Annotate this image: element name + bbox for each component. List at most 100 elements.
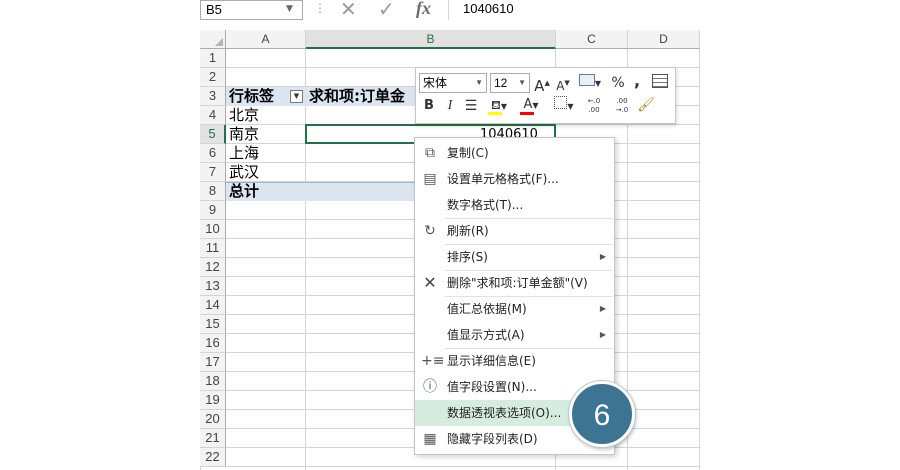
row-header-12[interactable]: 12 xyxy=(200,258,226,277)
pivot-row-shanghai[interactable]: 上海 xyxy=(229,144,259,163)
shrink-font-button[interactable]: A▼ xyxy=(555,74,571,95)
menu-item-7[interactable]: 值显示方式(A) ▶ xyxy=(415,322,614,348)
menu-item-label: 设置单元格格式(F)... xyxy=(447,172,559,186)
show-details-icon: +≡ xyxy=(421,353,445,369)
mini-toolbar: 宋体 ▼ 12 ▼ A▲ A▼ ▼ % , B I ☰ ⛾▼ A▼ ▼ ←.0 … xyxy=(415,67,676,124)
borders-icon xyxy=(554,96,568,109)
row-header-20[interactable]: 20 xyxy=(200,410,226,429)
menu-item-5[interactable]: ✕ 删除"求和项:订单金额"(V) xyxy=(415,270,614,296)
accounting-format-button[interactable]: ▼ xyxy=(576,74,604,93)
menu-item-label: 值汇总依据(M) xyxy=(447,302,527,316)
menu-item-label: 值字段设置(N)... xyxy=(447,380,537,394)
menu-item-1[interactable]: ▤ 设置单元格格式(F)... xyxy=(415,166,614,192)
format-cells-icon: ▤ xyxy=(423,171,437,187)
font-name-dropdown[interactable]: 宋体 ▼ xyxy=(419,73,487,93)
menu-item-label: 复制(C) xyxy=(447,146,489,160)
italic-button[interactable]: I xyxy=(442,97,458,115)
font-name-value: 宋体 xyxy=(423,76,448,90)
column-header-a[interactable]: A xyxy=(226,30,306,49)
row-gridline xyxy=(226,466,700,467)
row-header-13[interactable]: 13 xyxy=(200,277,226,296)
pivot-total-label[interactable]: 总计 xyxy=(229,182,259,201)
pivot-row-wuhan[interactable]: 武汉 xyxy=(229,163,259,182)
row-header-5[interactable]: 5 xyxy=(200,125,226,144)
pivot-value-header: 求和项:订单金 xyxy=(309,87,405,105)
row-header-1[interactable]: 1 xyxy=(200,49,226,68)
row-label-filter-button[interactable]: ▼ xyxy=(290,90,303,103)
menu-item-label: 值显示方式(A) xyxy=(447,328,525,342)
row-header-21[interactable]: 21 xyxy=(200,429,226,448)
row-header-9[interactable]: 9 xyxy=(200,201,226,220)
menu-item-label: 排序(S) xyxy=(447,250,488,264)
submenu-arrow-icon: ▶ xyxy=(599,330,606,339)
formula-input[interactable]: 1040610 xyxy=(448,0,700,20)
chevron-down-icon: ▼ xyxy=(567,102,574,111)
menu-item-label: 刷新(R) xyxy=(447,224,489,238)
row-header-4[interactable]: 4 xyxy=(200,106,226,125)
menu-item-6[interactable]: 值汇总依据(M) ▶ xyxy=(415,296,614,322)
currency-icon xyxy=(578,74,595,86)
row-header-15[interactable]: 15 xyxy=(200,315,226,334)
paint-bucket-icon: ⛾ xyxy=(491,98,501,112)
menu-item-label: 数字格式(T)... xyxy=(447,198,524,212)
row-header-3[interactable]: 3 xyxy=(200,87,226,106)
row-header-14[interactable]: 14 xyxy=(200,296,226,315)
chevron-down-icon: ▼ xyxy=(475,78,483,87)
select-all-corner[interactable] xyxy=(200,30,226,49)
format-painter-icon[interactable]: 🖌 xyxy=(636,96,656,114)
refresh-icon: ↻ xyxy=(424,223,436,239)
menu-item-8[interactable]: +≡ 显示详细信息(E) xyxy=(415,348,614,374)
menu-item-3[interactable]: ↻ 刷新(R) xyxy=(415,218,614,244)
font-size-dropdown[interactable]: 12 ▼ xyxy=(490,73,530,93)
column-header-c[interactable]: C xyxy=(556,30,628,49)
decrease-decimal-button[interactable]: .00 →.0 xyxy=(610,97,634,115)
menu-item-4[interactable]: 排序(S) ▶ xyxy=(415,244,614,270)
insert-function-icon[interactable]: fx xyxy=(416,0,431,19)
copy-icon: ⧉ xyxy=(425,145,435,161)
row-header-16[interactable]: 16 xyxy=(200,334,226,353)
row-header-8[interactable]: 8 xyxy=(200,182,226,201)
menu-item-0[interactable]: ⧉ 复制(C) xyxy=(415,140,614,166)
grow-font-button[interactable]: A▲ xyxy=(534,74,550,95)
row-header-11[interactable]: 11 xyxy=(200,239,226,258)
menu-item-label: 隐藏字段列表(D) xyxy=(447,432,538,446)
column-gridline xyxy=(699,49,700,470)
pivot-row-label-header: 行标签 xyxy=(229,87,275,105)
chevron-down-icon: ▼ xyxy=(500,102,507,111)
align-center-icon[interactable]: ☰ xyxy=(462,97,480,115)
row-header-6[interactable]: 6 xyxy=(200,144,226,163)
row-header-2[interactable]: 2 xyxy=(200,68,226,87)
borders-button[interactable]: ▼ xyxy=(552,96,576,116)
pivot-row-nanjing[interactable]: 南京 xyxy=(229,125,259,144)
formula-bar-grip-icon: ⋮ xyxy=(314,1,326,15)
bold-button[interactable]: B xyxy=(420,97,438,115)
menu-item-label: 数据透视表选项(O)... xyxy=(447,406,562,420)
x-icon[interactable]: ✕ xyxy=(340,0,357,21)
column-gridline xyxy=(305,49,306,470)
font-color-button[interactable]: A▼ xyxy=(518,96,544,115)
check-icon[interactable]: ✓ xyxy=(378,0,395,21)
row-header-18[interactable]: 18 xyxy=(200,372,226,391)
menu-item-2[interactable]: 数字格式(T)... xyxy=(415,192,614,218)
chevron-down-icon: ▼ xyxy=(594,79,602,88)
row-header-7[interactable]: 7 xyxy=(200,163,226,182)
chevron-down-icon: ▼ xyxy=(518,78,526,87)
column-header-d[interactable]: D xyxy=(628,30,700,49)
row-header-19[interactable]: 19 xyxy=(200,391,226,410)
row-header-10[interactable]: 10 xyxy=(200,220,226,239)
font-size-value: 12 xyxy=(494,76,508,90)
comma-style-button[interactable]: , xyxy=(630,72,644,90)
field-list-icon: ▦ xyxy=(423,431,437,447)
submenu-arrow-icon: ▶ xyxy=(599,252,606,261)
submenu-arrow-icon: ▶ xyxy=(599,304,606,313)
row-header-17[interactable]: 17 xyxy=(200,353,226,372)
name-box-dropdown-icon[interactable]: ▼ xyxy=(286,4,293,14)
row-header-22[interactable]: 22 xyxy=(200,448,226,467)
field-settings-icon: ⓘ xyxy=(423,379,437,395)
column-header-b[interactable]: B xyxy=(306,30,556,49)
pivot-row-beijing[interactable]: 北京 xyxy=(229,106,259,125)
format-table-icon[interactable] xyxy=(650,74,670,94)
fill-color-button[interactable]: ⛾▼ xyxy=(486,96,512,116)
percent-style-button[interactable]: % xyxy=(610,74,626,92)
increase-decimal-button[interactable]: ←.0 .00 xyxy=(582,97,606,115)
